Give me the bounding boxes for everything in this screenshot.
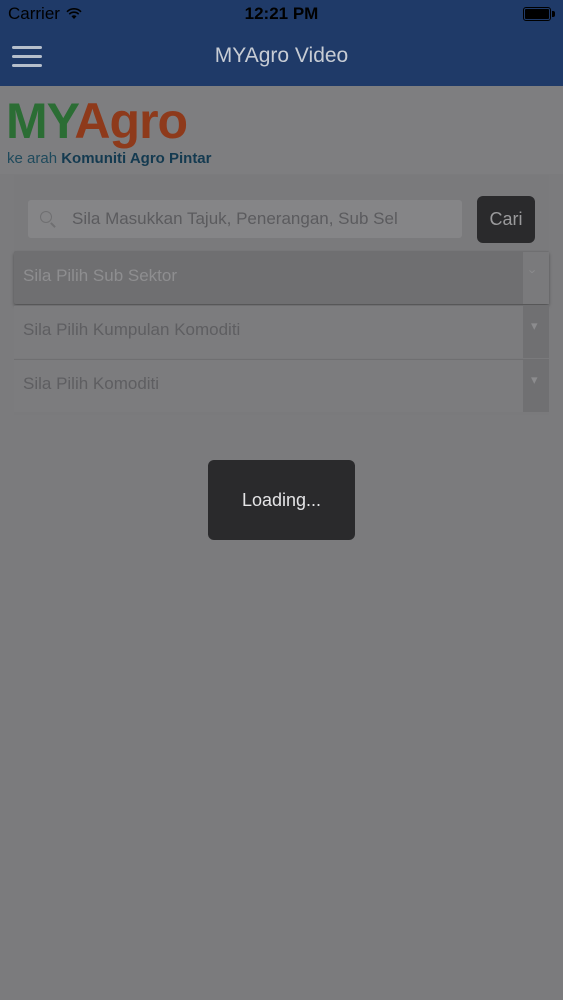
status-bar: Carrier 12:21 PM — [0, 0, 563, 28]
page-title: MYAgro Video — [214, 44, 349, 67]
dropdown-commodity[interactable]: Sila Pilih Komoditi — [14, 359, 549, 412]
search-box — [28, 200, 462, 238]
dropdown-label: Sila Pilih Komoditi — [23, 374, 160, 393]
logo-text-agro: Agro — [74, 93, 188, 149]
chevron-down-icon — [523, 306, 549, 358]
dropdown-commodity-group[interactable]: Sila Pilih Kumpulan Komoditi — [14, 305, 549, 358]
search-button[interactable]: Cari — [477, 196, 535, 243]
search-input[interactable] — [72, 200, 457, 238]
tagline-bold: Komuniti Agro Pintar — [61, 150, 212, 167]
battery-icon — [523, 7, 555, 21]
loading-indicator: Loading... — [208, 460, 355, 540]
search-icon — [40, 211, 52, 223]
app-logo: MYAgro — [6, 92, 188, 150]
logo-tagline: ke arah Komuniti Agro Pintar — [7, 150, 212, 167]
chevron-down-icon — [523, 360, 549, 412]
tagline-prefix: ke arah — [7, 150, 58, 167]
dropdown-sub-sector[interactable]: Sila Pilih Sub Sektor — [14, 251, 549, 304]
status-time: 12:21 PM — [244, 4, 319, 23]
logo-text-my: MY — [6, 93, 75, 149]
dropdown-label: Sila Pilih Sub Sektor — [23, 266, 178, 285]
navigation-bar: MYAgro Video — [0, 28, 563, 86]
chevron-down-icon — [523, 252, 549, 304]
logo-banner: MYAgro ke arah Komuniti Agro Pintar — [0, 86, 563, 174]
dropdown-label: Sila Pilih Kumpulan Komoditi — [23, 320, 241, 339]
